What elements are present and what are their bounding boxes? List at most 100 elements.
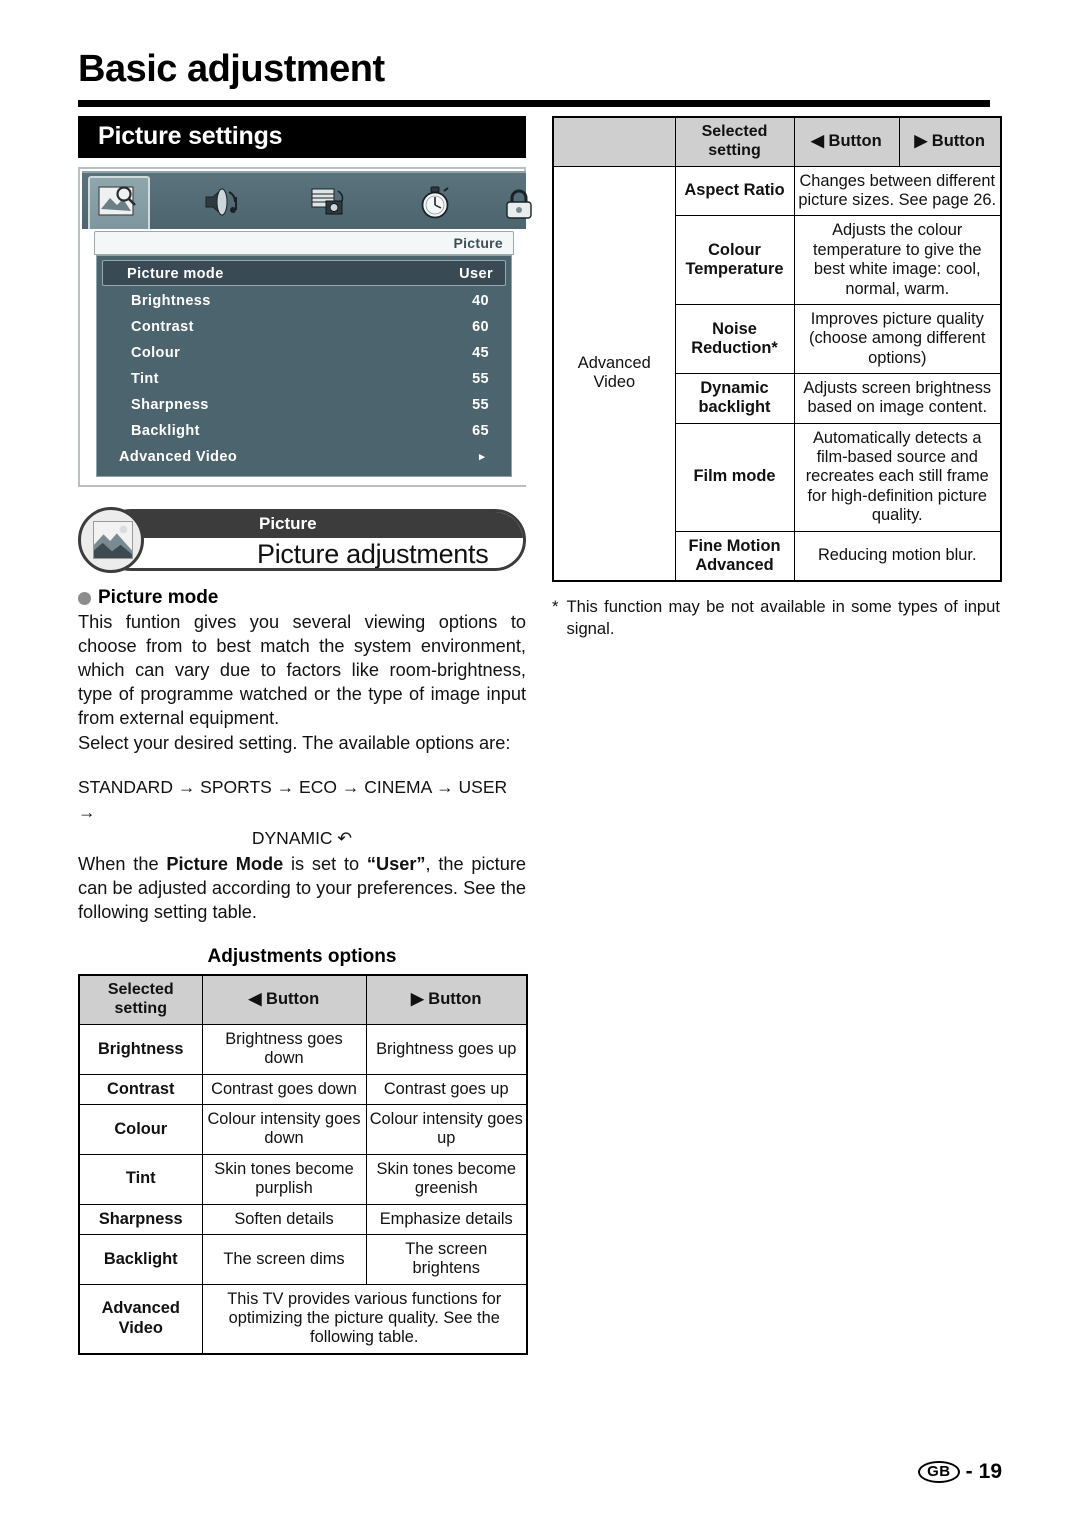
row-right: Brightness goes up xyxy=(365,1024,528,1075)
osd-row-brightness[interactable]: Brightness 40 xyxy=(97,288,511,314)
row-setting: Fine Motion Advanced xyxy=(674,530,795,582)
audio-icon[interactable] xyxy=(200,183,244,221)
row-right: Contrast goes up xyxy=(365,1073,528,1106)
table-row: Sharpness Soften details Emphasize detai… xyxy=(78,1203,528,1235)
table-body: Brightness Brightness goes down Brightne… xyxy=(78,1024,528,1355)
banner-pill: Picture Picture adjustments xyxy=(100,509,526,571)
flow-line-2: DYNAMIC ↶ xyxy=(251,827,353,848)
row-right: Skin tones become greenish xyxy=(365,1153,528,1205)
header-left-button: ◀ Button xyxy=(201,974,367,1026)
row-setting: Contrast xyxy=(78,1073,203,1106)
picture-mode-paragraph-2: Select your desired setting. The availab… xyxy=(78,733,511,754)
osd-menu-list: Picture mode User Brightness 40 Contrast… xyxy=(96,255,512,477)
row-setting: Sharpness xyxy=(78,1203,203,1235)
advanced-video-footnote: * This function may be not available in … xyxy=(552,596,1000,639)
osd-row-label: Contrast xyxy=(131,319,194,335)
p3-part-d: “User” xyxy=(366,854,426,875)
table-row: Colour Colour intensity goes down Colour… xyxy=(78,1104,528,1155)
picture-adjustments-banner: Picture Picture adjustments xyxy=(78,507,526,573)
row-description: Improves picture quality (choose among d… xyxy=(793,303,1002,374)
table-row: Contrast Contrast goes down Contrast goe… xyxy=(78,1073,528,1106)
table-body: Advanced Video Aspect Ratio Changes betw… xyxy=(552,165,1002,582)
left-column: Picture settings Picture Picture mode Us… xyxy=(78,116,532,1355)
row-left: Skin tones become purplish xyxy=(201,1153,367,1205)
osd-row-tint[interactable]: Tint 55 xyxy=(97,366,511,392)
osd-row-value: 55 xyxy=(472,371,489,387)
advanced-video-table: Selected setting ◀ Button ▶ Button Advan… xyxy=(552,116,1002,583)
header-right-button: ▶ Button xyxy=(365,974,528,1026)
row-right: Emphasize details xyxy=(365,1203,528,1235)
row-description: Reducing motion blur. xyxy=(793,530,1002,582)
table-head: Selected setting ◀ Button ▶ Button xyxy=(552,116,1002,167)
p3-part-a: When the xyxy=(78,854,167,875)
osd-row-colour[interactable]: Colour 45 xyxy=(97,340,511,366)
row-left: Soften details xyxy=(201,1203,367,1235)
row-left: Contrast goes down xyxy=(201,1073,367,1106)
header-right-button: ▶ Button xyxy=(898,116,1002,167)
footnote-marker: * xyxy=(552,597,559,617)
thumbnail-image xyxy=(93,521,133,559)
picture-mode-heading: Picture mode xyxy=(78,587,526,609)
row-setting: Brightness xyxy=(78,1024,203,1075)
row-left: Colour intensity goes down xyxy=(201,1104,367,1155)
header-selected-setting: Selected setting xyxy=(78,974,203,1026)
osd-row-backlight[interactable]: Backlight 65 xyxy=(97,418,511,444)
osd-menu-body: Picture Picture mode User Brightness 40 … xyxy=(82,229,526,485)
row-left: The screen dims xyxy=(201,1233,367,1285)
osd-row-label: Advanced Video xyxy=(119,449,238,465)
timer-icon[interactable] xyxy=(414,183,458,221)
osd-menu-title: Picture xyxy=(94,231,514,255)
p3-part-b: Picture Mode xyxy=(166,854,284,875)
osd-icon-bar xyxy=(82,171,532,231)
osd-row-picture-mode[interactable]: Picture mode User xyxy=(102,260,506,286)
row-right: Colour intensity goes up xyxy=(365,1104,528,1155)
header-left-button: ◀ Button xyxy=(793,116,900,167)
page-number: 19 xyxy=(978,1460,1002,1483)
row-setting: Tint xyxy=(78,1153,203,1205)
table-row: Advanced Video Aspect Ratio Changes betw… xyxy=(552,165,1002,582)
banner-title-label: Picture adjustments xyxy=(257,539,489,569)
page-title: Basic adjustment xyxy=(78,48,385,90)
row-setting: Advanced Video xyxy=(78,1283,203,1355)
page-footer: GB - 19 xyxy=(918,1460,1002,1484)
osd-row-label: Brightness xyxy=(131,293,211,309)
table-header-row: Selected setting ◀ Button ▶ Button xyxy=(552,116,1002,167)
picture-icon[interactable] xyxy=(96,183,140,221)
row-description: Adjusts screen brightness based on image… xyxy=(793,372,1002,424)
osd-row-value: 55 xyxy=(472,397,489,413)
title-divider xyxy=(78,100,990,107)
row-setting: Film mode xyxy=(674,422,795,532)
osd-menu-title-label: Picture xyxy=(453,235,503,251)
tv-osd-screenshot: Picture Picture mode User Brightness 40 … xyxy=(78,167,532,487)
osd-row-contrast[interactable]: Contrast 60 xyxy=(97,314,511,340)
osd-row-label: Picture mode xyxy=(127,266,224,282)
right-column: Selected setting ◀ Button ▶ Button Advan… xyxy=(552,116,1002,639)
row-setting: Aspect Ratio xyxy=(674,165,795,217)
osd-row-value: 40 xyxy=(472,293,489,309)
osd-row-value: 45 xyxy=(472,345,489,361)
picture-mode-paragraph-1: This funtion gives you several viewing o… xyxy=(78,612,526,729)
lock-icon[interactable] xyxy=(502,183,546,221)
picture-mode-option-flow: STANDARD → SPORTS → ECO → CINEMA → USER … xyxy=(78,775,526,851)
flow-line-1: STANDARD → SPORTS → ECO → CINEMA → USER … xyxy=(78,777,508,823)
osd-row-sharpness[interactable]: Sharpness 55 xyxy=(97,392,511,418)
table-row-advanced-video: Advanced Video This TV provides various … xyxy=(78,1283,528,1355)
row-description: Automatically detects a film-based sourc… xyxy=(793,422,1002,532)
picture-thumbnail-icon xyxy=(78,507,144,573)
row-right: The screen brightens xyxy=(365,1233,528,1285)
osd-row-advanced-video[interactable]: Advanced Video ▸ xyxy=(97,444,511,470)
chevron-right-icon: ▸ xyxy=(479,451,485,463)
picture-mode-paragraph-3: When the Picture Mode is set to “User”, … xyxy=(78,852,526,924)
osd-row-value: User xyxy=(459,266,493,282)
row-setting: Backlight xyxy=(78,1233,203,1285)
p3-part-c: is set to xyxy=(283,854,367,875)
adjustments-options-table: Selected setting ◀ Button ▶ Button Brigh… xyxy=(78,974,528,1355)
setup-icon[interactable] xyxy=(308,183,352,221)
footnote-text: This function may be not available in so… xyxy=(566,597,1000,638)
row-left: Brightness goes down xyxy=(201,1024,367,1075)
row-description: Adjusts the colour temperature to give t… xyxy=(793,215,1002,305)
header-group xyxy=(552,116,676,167)
osd-row-label: Tint xyxy=(131,371,159,387)
banner-kicker-label: Picture xyxy=(259,514,317,533)
osd-row-value: 60 xyxy=(472,319,489,335)
